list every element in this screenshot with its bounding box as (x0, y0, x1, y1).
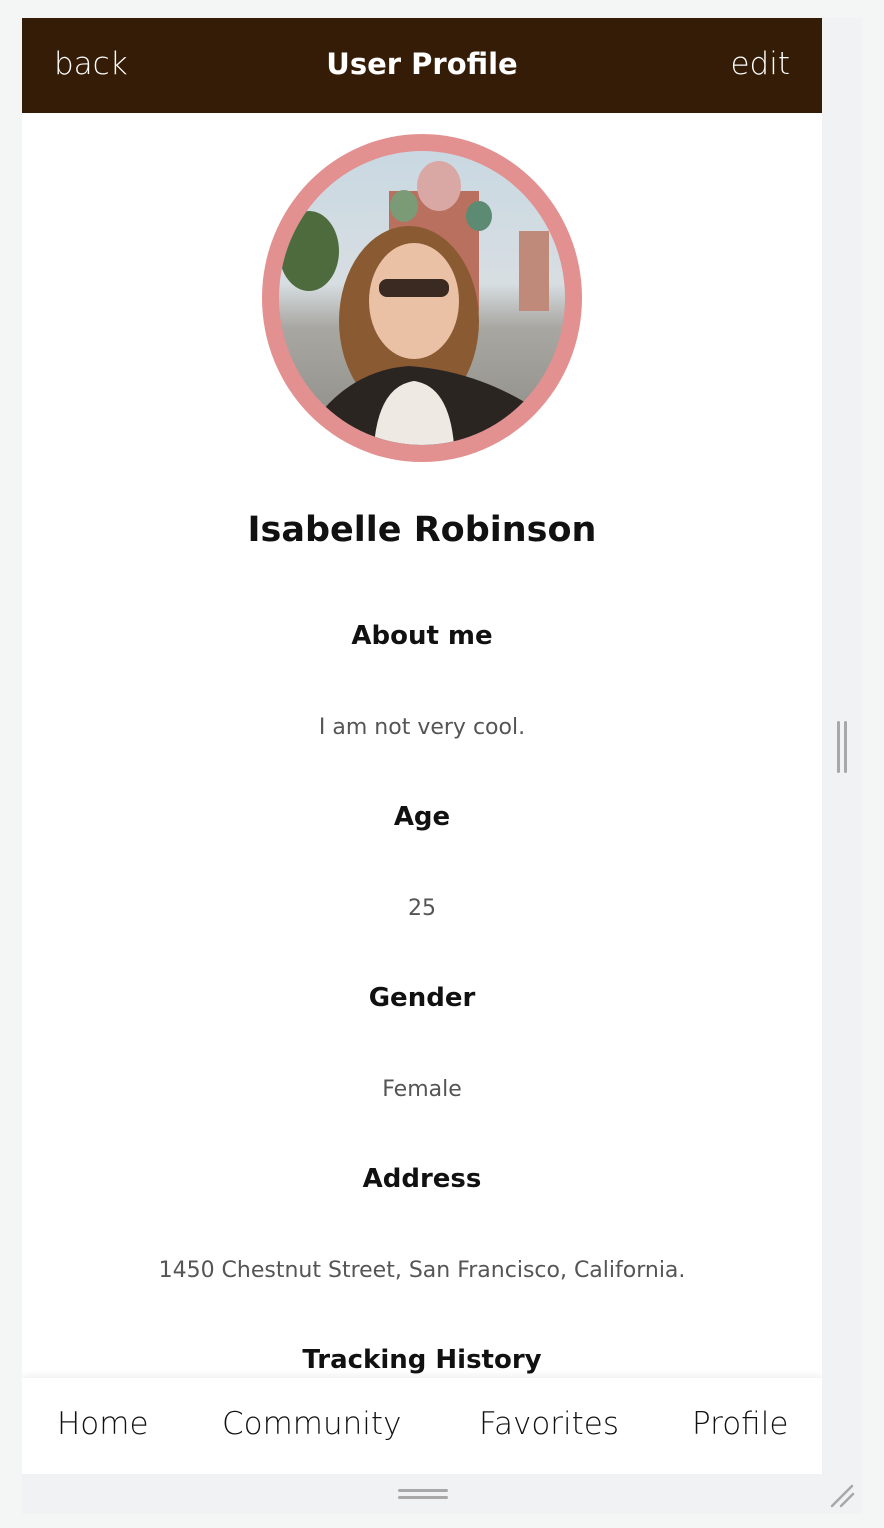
header-bar: back User Profile edit (22, 18, 822, 113)
address-value: 1450 Chestnut Street, San Francisco, Cal… (158, 1258, 686, 1283)
avatar (262, 134, 582, 462)
gender-value: Female (382, 1077, 462, 1102)
tab-profile[interactable]: Profile (692, 1406, 788, 1442)
tracking-history-label: Tracking History (302, 1345, 542, 1375)
user-name: Isabelle Robinson (247, 510, 597, 550)
gender-label: Gender (368, 983, 476, 1013)
page-title: User Profile (326, 47, 518, 81)
side-resize-handle[interactable] (837, 721, 849, 773)
tab-community[interactable]: Community (222, 1406, 401, 1442)
resize-corner-icon[interactable] (828, 1480, 858, 1510)
tab-favorites[interactable]: Favorites (479, 1406, 619, 1442)
back-button[interactable]: back (54, 46, 128, 82)
app-screen: back User Profile edit Isabelle Robinson… (22, 18, 822, 1474)
address-label: Address (362, 1164, 482, 1194)
tab-home[interactable]: Home (57, 1406, 149, 1442)
profile-photo (279, 151, 565, 445)
about-label: About me (351, 621, 493, 651)
age-label: Age (393, 802, 451, 832)
device-frame: back User Profile edit Isabelle Robinson… (22, 18, 862, 1514)
edit-button[interactable]: edit (730, 46, 790, 82)
bottom-resize-handle[interactable] (398, 1489, 448, 1501)
about-value: I am not very cool. (318, 715, 526, 740)
bottom-tab-bar: Home Community Favorites Profile (22, 1378, 822, 1474)
age-value: 25 (408, 896, 436, 921)
